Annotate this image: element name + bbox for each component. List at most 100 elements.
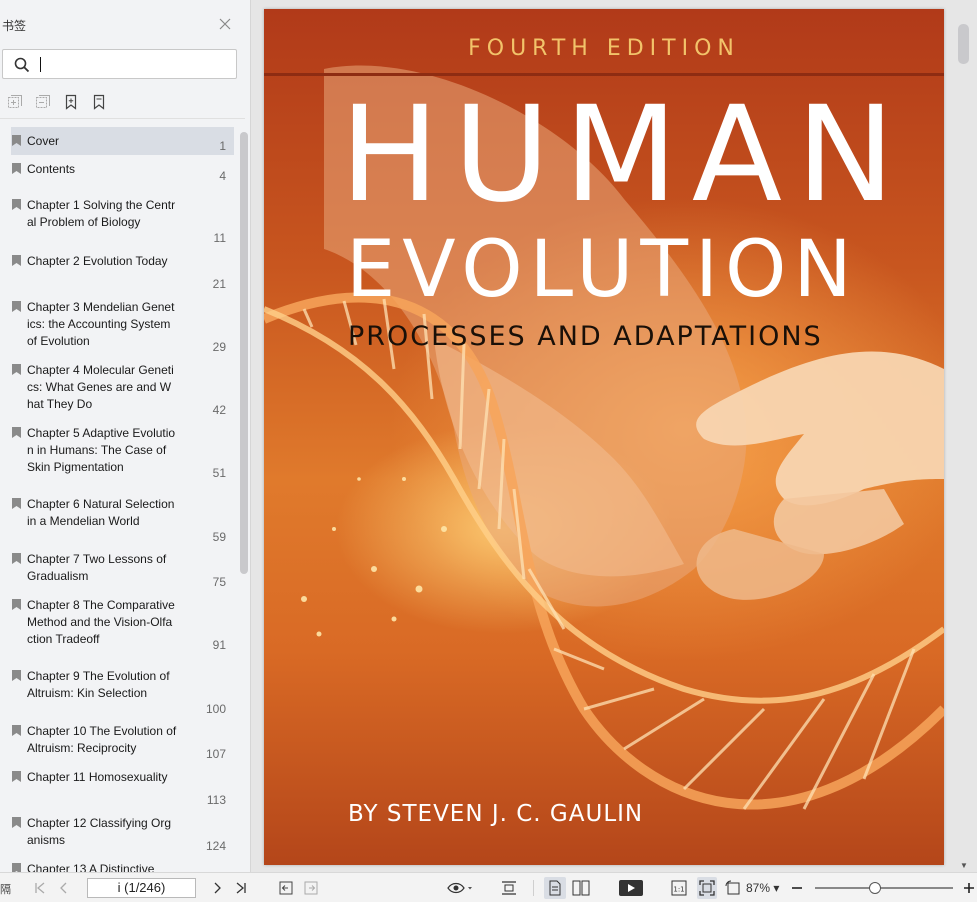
- bookmark-label: Chapter 1 Solving the Central Problem of…: [27, 198, 176, 229]
- bookmark-item[interactable]: Contents 4: [11, 155, 234, 185]
- bookmark-flag-icon: [12, 255, 21, 266]
- document-view: FOURTH EDITION HUMAN EVOLUTION PROCESSES…: [251, 0, 977, 872]
- bookmark-label: Chapter 10 The Evolution of Altruism: Re…: [27, 724, 177, 755]
- bookmark-page: 11: [213, 231, 226, 245]
- back-icon[interactable]: [278, 879, 294, 897]
- bookmark-page: 107: [205, 747, 226, 761]
- bookmark-page: 75: [212, 575, 226, 589]
- bookmark-flag-icon: [12, 199, 21, 210]
- fit-width-icon[interactable]: [500, 879, 518, 897]
- zoom-out-icon[interactable]: [790, 879, 804, 897]
- bookmark-flag-icon: [12, 498, 21, 509]
- cover-subtitle: PROCESSES AND ADAPTATIONS: [348, 321, 823, 352]
- bookmark-label: Chapter 12 Classifying Organisms: [27, 816, 172, 847]
- bookmark-item[interactable]: Chapter 10 The Evolution of Altruism: Re…: [11, 717, 234, 763]
- bookmark-item[interactable]: Chapter 1 Solving the Central Problem of…: [11, 191, 234, 247]
- bookmark-item[interactable]: Cover 1: [11, 127, 234, 155]
- bookmark-item[interactable]: Chapter 9 The Evolution of Altruism: Kin…: [11, 662, 234, 718]
- fit-page-icon[interactable]: [697, 877, 717, 899]
- cover-title-line2: EVOLUTION: [346, 225, 859, 315]
- expand-all-icon[interactable]: [6, 93, 24, 111]
- bookmark-item[interactable]: Chapter 6 Natural Selection in a Mendeli…: [11, 490, 234, 546]
- last-page-icon[interactable]: [233, 879, 249, 897]
- zoom-slider[interactable]: [815, 882, 953, 894]
- bookmark-label: Chapter 7 Two Lessons of Gradualism: [27, 552, 167, 583]
- bookmark-item[interactable]: Chapter 13 A Distinctive: [11, 855, 234, 872]
- bookmark-label: Chapter 11 Homosexuality: [27, 770, 168, 784]
- sparkles: [301, 477, 447, 637]
- bookmark-icon[interactable]: [90, 93, 108, 111]
- search-box: [2, 49, 237, 79]
- bookmark-flag-icon: [12, 771, 21, 782]
- bookmark-page: 59: [212, 530, 226, 544]
- book-cover-page: FOURTH EDITION HUMAN EVOLUTION PROCESSES…: [264, 9, 944, 865]
- bookmark-flag-icon: [12, 599, 21, 610]
- rotate-icon[interactable]: [724, 879, 742, 897]
- bookmark-label: Cover: [27, 134, 60, 148]
- bookmark-label: Chapter 8 The Comparative Method and the…: [27, 598, 175, 646]
- text-caret: [40, 57, 41, 72]
- cover-title-line1: HUMAN: [340, 78, 909, 232]
- bookmark-page: 21: [212, 277, 226, 291]
- search-input[interactable]: [35, 55, 230, 73]
- bookmark-flag-icon: [12, 364, 21, 375]
- panel-title: 书签: [2, 19, 27, 33]
- bookmark-list: Cover 1 Contents 4 Chapter 1 Solving the…: [11, 127, 235, 872]
- bookmark-page: 1: [219, 139, 226, 153]
- bookmark-label: Contents: [27, 162, 76, 176]
- bookmark-item[interactable]: Chapter 3 Mendelian Genetics: the Accoun…: [11, 293, 234, 356]
- scrollbar-thumb[interactable]: [240, 132, 248, 574]
- child-fingers: [773, 489, 904, 555]
- next-page-icon[interactable]: [210, 879, 224, 897]
- bookmark-item[interactable]: Chapter 4 Molecular Genetics: What Genes…: [11, 356, 234, 419]
- first-page-icon[interactable]: [33, 879, 47, 897]
- page-number-input[interactable]: i (1/246): [87, 878, 196, 898]
- document-scrollbar[interactable]: ▼: [958, 18, 970, 870]
- bookmark-item[interactable]: Chapter 11 Homosexuality 113: [11, 763, 234, 809]
- bookmark-flag-icon: [12, 725, 21, 736]
- eye-icon[interactable]: [446, 879, 474, 897]
- bookmark-flag-icon: [12, 163, 21, 174]
- bookmark-item[interactable]: Chapter 8 The Comparative Method and the…: [11, 591, 234, 654]
- bookmark-page: 124: [205, 839, 226, 853]
- bookmark-label: Chapter 2 Evolution Today: [27, 254, 168, 268]
- zoom-value: 87%: [746, 881, 771, 895]
- actual-size-icon[interactable]: 1:1: [670, 879, 688, 897]
- bookmark-flag-icon: [12, 427, 21, 438]
- collapse-all-icon[interactable]: [34, 93, 52, 111]
- edition-text: FOURTH EDITION: [468, 36, 740, 61]
- bookmark-flag-icon: [12, 817, 21, 828]
- bookmark-item[interactable]: Chapter 2 Evolution Today 21: [11, 247, 234, 293]
- bookmark-flag-icon: [12, 670, 21, 681]
- scroll-down-icon[interactable]: ▼: [960, 861, 968, 870]
- bookmark-page: 51: [212, 466, 226, 480]
- bookmark-flag-icon: [12, 553, 21, 564]
- bookmark-page: 29: [212, 340, 226, 354]
- panel-scrollbar[interactable]: [240, 128, 249, 868]
- bookmark-item[interactable]: Chapter 7 Two Lessons of Gradualism 75: [11, 545, 234, 591]
- bookmark-page: 4: [219, 169, 226, 183]
- bookmark-item[interactable]: Chapter 12 Classifying Organisms 124: [11, 809, 234, 855]
- play-icon[interactable]: [619, 879, 643, 897]
- cover-author: BY STEVEN J. C. GAULIN: [348, 801, 644, 827]
- cover-rule: [264, 73, 944, 76]
- prev-page-icon[interactable]: [57, 879, 71, 897]
- single-page-icon[interactable]: [544, 877, 566, 899]
- zoom-slider-knob[interactable]: [869, 882, 882, 894]
- left-edge-glyph: 隔: [0, 884, 11, 896]
- close-icon[interactable]: [218, 17, 232, 31]
- scrollbar-thumb[interactable]: [958, 24, 969, 64]
- zoom-in-icon[interactable]: [962, 879, 976, 897]
- bookmark-page: 100: [205, 702, 226, 716]
- bookmark-flag-icon: [12, 135, 21, 146]
- two-page-icon[interactable]: [571, 879, 591, 897]
- add-bookmark-icon[interactable]: [62, 93, 80, 111]
- bookmark-label: Chapter 9 The Evolution of Altruism: Kin…: [27, 669, 170, 700]
- bookmark-page: 91: [212, 638, 226, 652]
- bookmark-panel: 书签 Cover 1 Contents 4 Chapter 1 Solving …: [0, 0, 251, 872]
- bookmark-item[interactable]: Chapter 5 Adaptive Evolution in Humans: …: [11, 419, 234, 482]
- zoom-level[interactable]: 87% ▾: [746, 881, 779, 895]
- search-icon: [14, 57, 30, 78]
- bookmark-page: 42: [212, 403, 226, 417]
- forward-icon[interactable]: [303, 879, 319, 897]
